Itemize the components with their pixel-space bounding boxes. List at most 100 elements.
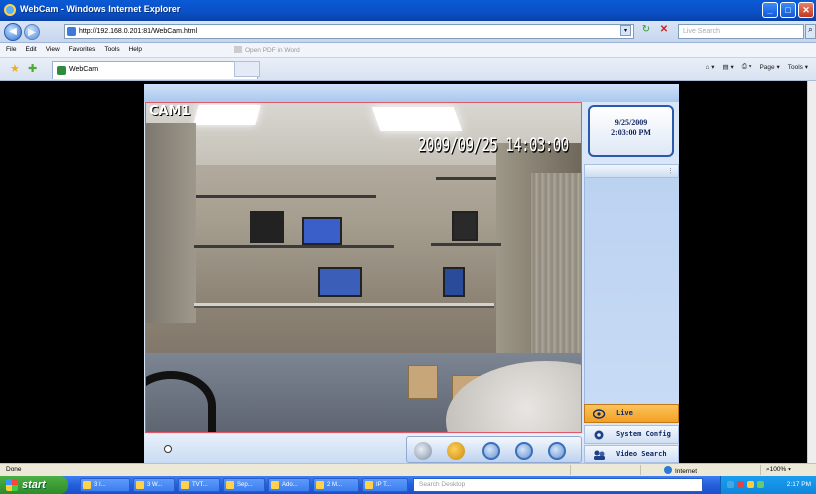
grip-icon: ⋮: [667, 168, 674, 175]
webcam-header-strip: [144, 84, 679, 102]
shelf: [194, 245, 394, 248]
menu-video-search-label: Video Search: [616, 450, 667, 458]
taskbar-item[interactable]: 3 W...: [133, 478, 175, 492]
tray-icon[interactable]: [727, 481, 734, 488]
zoom-level[interactable]: ⌕100% ▾: [766, 466, 791, 474]
desktop-search-input[interactable]: Search Desktop: [413, 478, 703, 492]
menu-view[interactable]: View: [46, 46, 60, 53]
taskbar-item[interactable]: 3 I...: [80, 478, 130, 492]
refresh-button[interactable]: ↻: [638, 24, 654, 39]
ceiling-light: [193, 105, 261, 125]
minimize-button[interactable]: _: [762, 2, 778, 18]
zoom-out-icon[interactable]: [515, 442, 533, 460]
start-button[interactable]: start: [0, 476, 68, 494]
feeds-icon[interactable]: ▤ ▾: [723, 63, 734, 71]
taskbar-item-label: 3 I...: [94, 482, 106, 488]
zoom-in-icon[interactable]: [482, 442, 500, 460]
menu-tools[interactable]: Tools: [104, 46, 119, 53]
osd-timestamp: 2009/09/25 14:03:00: [418, 135, 569, 157]
shelf: [196, 195, 376, 198]
search-input[interactable]: Live Search: [678, 24, 804, 39]
snapshot-icon[interactable]: [414, 442, 432, 460]
menu-file[interactable]: File: [6, 46, 16, 53]
menu-help[interactable]: Help: [129, 46, 142, 53]
shelf: [436, 177, 496, 180]
desk: [194, 303, 494, 308]
page-menu[interactable]: Page ▾: [759, 63, 779, 71]
wall-left: [146, 123, 196, 323]
folder-icon: [136, 481, 144, 489]
back-button[interactable]: ◀: [4, 23, 22, 41]
tab-webcam[interactable]: WebCam: [52, 61, 258, 79]
window-icon: [226, 481, 234, 489]
taskbar-item[interactable]: IP T...: [362, 478, 408, 492]
taskbar-item-label: TVT...: [192, 482, 208, 488]
tray-icon[interactable]: [737, 481, 744, 488]
cardboard-box: [408, 365, 438, 399]
menu-system-config[interactable]: System Config: [584, 425, 679, 444]
taskbar-item-label: 2 M...: [327, 482, 343, 488]
page-menu-label: Page: [759, 64, 775, 71]
menu-system-config-label: System Config: [616, 430, 671, 438]
taskbar-item-label: Ado...: [282, 482, 298, 488]
status-divider: [640, 465, 641, 475]
address-bar: ◀ ▶ http://192.168.0.201:81/WebCam.html …: [0, 21, 816, 43]
home-icon[interactable]: ⌂ ▾: [706, 63, 715, 71]
taskbar-item[interactable]: Ado...: [268, 478, 310, 492]
menu-bar: File Edit View Favorites Tools Help Open…: [0, 43, 816, 58]
video-feed[interactable]: CAM1 2009/09/25 14:03:00: [145, 102, 582, 433]
panel-body: [584, 178, 679, 404]
status-bar: Done Internet ⌕100% ▾: [0, 463, 816, 476]
ie-icon: [4, 4, 16, 16]
radio-button[interactable]: [164, 445, 172, 453]
time-text: 2:03:00 PM: [611, 128, 651, 137]
search-button[interactable]: ⌕: [805, 24, 816, 39]
search-icon[interactable]: [548, 442, 566, 460]
tray-icon[interactable]: [747, 481, 754, 488]
window-title: WebCam - Windows Internet Explorer: [20, 4, 181, 14]
zone-label: Internet: [675, 468, 698, 475]
taskbar-item-label: Sep...: [237, 482, 253, 488]
ptz-icon[interactable]: [447, 442, 465, 460]
mail-icon: [316, 481, 324, 489]
shelf: [431, 243, 501, 246]
control-buttons: [406, 436, 582, 463]
date-text: 9/25/2009: [614, 118, 648, 127]
new-tab-button[interactable]: [234, 61, 260, 77]
app-icon: [181, 481, 189, 489]
forward-button[interactable]: ▶: [24, 24, 40, 40]
clock: 2:17 PM: [786, 481, 811, 488]
url-input[interactable]: http://192.168.0.201:81/WebCam.html: [64, 24, 634, 39]
menu-live-label: Live: [616, 409, 633, 417]
maximize-button[interactable]: □: [780, 2, 796, 18]
zoom-label: 100%: [769, 466, 787, 473]
open-pdf-button[interactable]: Open PDF in Word: [234, 46, 300, 54]
menu-video-search[interactable]: Video Search: [584, 445, 679, 463]
monitor: [318, 267, 362, 297]
menu-edit[interactable]: Edit: [25, 46, 36, 53]
tray-icon[interactable]: [757, 481, 764, 488]
monitor: [443, 267, 465, 297]
webcam-favicon-icon: [57, 66, 66, 75]
camera-label: CAM1: [149, 104, 191, 119]
add-favorite-icon[interactable]: ✚: [28, 62, 37, 75]
tab-bar: ★ ✚ WebCam ⌂ ▾ ▤ ▾ ⎙ ▾ Page ▾ Tools ▾: [0, 58, 816, 81]
menu-live[interactable]: Live: [584, 404, 679, 423]
security-zone[interactable]: Internet: [664, 466, 697, 475]
favorites-star-icon[interactable]: ★: [10, 62, 20, 75]
menu-favorites[interactable]: Favorites: [69, 46, 96, 53]
close-button[interactable]: ✕: [798, 2, 814, 18]
url-dropdown-button[interactable]: ▾: [620, 25, 631, 36]
vertical-scrollbar[interactable]: [807, 81, 816, 463]
stop-button[interactable]: ✕: [656, 24, 672, 39]
tools-menu[interactable]: Tools ▾: [788, 63, 808, 71]
datetime-display: 9/25/2009 2:03:00 PM: [588, 105, 674, 157]
taskbar-item[interactable]: 2 M...: [313, 478, 359, 492]
taskbar-item[interactable]: TVT...: [178, 478, 220, 492]
tab-label: WebCam: [69, 66, 99, 73]
taskbar-item-label: IP T...: [376, 482, 392, 488]
print-icon[interactable]: ⎙ ▾: [742, 63, 752, 71]
camera-icon: [593, 409, 606, 419]
taskbar-item[interactable]: Sep...: [223, 478, 265, 492]
status-divider: [760, 465, 761, 475]
